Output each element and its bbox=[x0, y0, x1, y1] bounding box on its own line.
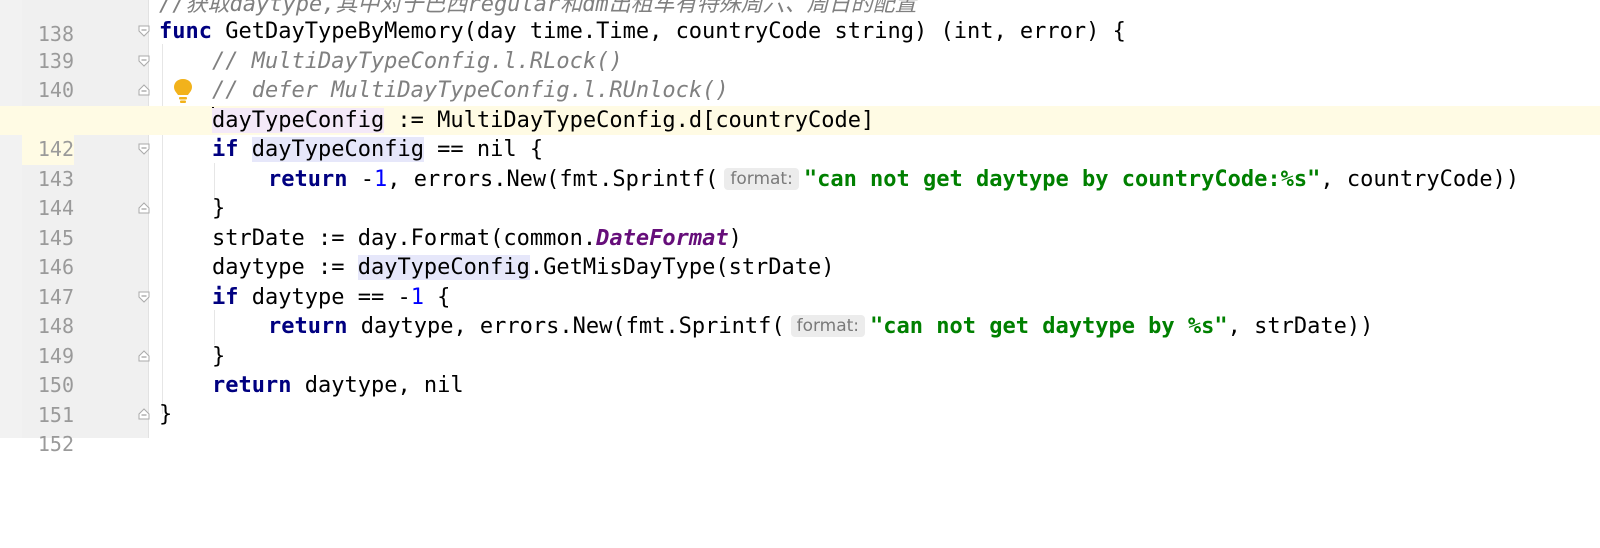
code-line[interactable]: 145 } bbox=[0, 194, 1600, 250]
keyword: if bbox=[212, 137, 239, 162]
fold-end-icon[interactable] bbox=[138, 408, 150, 420]
code-line[interactable]: 144 return -1, errors.New(fmt.Sprintf(fo… bbox=[0, 165, 1600, 221]
code-text: } bbox=[212, 194, 225, 224]
code-part: ) bbox=[728, 225, 742, 251]
code-line-current[interactable]: 142 dayTypeConfig := MultiDayTypeConfig.… bbox=[0, 105, 1600, 165]
fold-marker-icon[interactable] bbox=[138, 25, 150, 37]
code-part: .GetMisDayType(strDate) bbox=[529, 255, 835, 280]
code-text: // defer MultiDayTypeConfig.l.RUnlock() bbox=[212, 76, 729, 106]
comment: //获取daytype,其中对于巴西regular和dm出租车有特殊周六、周日的… bbox=[159, 0, 917, 17]
code-text: if dayTypeConfig == nil { bbox=[212, 135, 543, 165]
code-line[interactable]: 152 } bbox=[0, 400, 1600, 456]
line-number: 152 bbox=[37, 431, 74, 456]
code-line[interactable]: 148 if daytype == -1 { bbox=[0, 283, 1600, 339]
closing-brace: } bbox=[159, 402, 173, 427]
lightbulb-icon[interactable] bbox=[172, 78, 194, 104]
code-part: , strDate)) bbox=[1227, 314, 1374, 339]
code-line[interactable]: 149 return daytype, errors.New(fmt.Sprin… bbox=[0, 312, 1600, 368]
code-rest: := MultiDayTypeConfig.d[countryCode] bbox=[384, 107, 875, 133]
code-text: } bbox=[212, 342, 225, 372]
code-text: return daytype, nil bbox=[212, 371, 464, 401]
keyword: return bbox=[268, 314, 348, 339]
fold-end-icon[interactable] bbox=[138, 84, 150, 96]
fold-end-icon[interactable] bbox=[138, 349, 150, 362]
code-text: dayTypeConfig := MultiDayTypeConfig.d[co… bbox=[212, 106, 874, 136]
parameter-hint: format: bbox=[724, 167, 799, 190]
code-line[interactable]: 151 return daytype, nil bbox=[0, 371, 1600, 427]
code-text: strDate := day.Format(common.DateFormat) bbox=[212, 224, 742, 254]
fold-marker-icon[interactable] bbox=[138, 143, 150, 155]
code-rest: == nil { bbox=[423, 137, 544, 162]
code-line[interactable]: 150 } bbox=[0, 342, 1600, 398]
comment: // defer MultiDayTypeConfig.l.RUnlock() bbox=[212, 78, 729, 103]
signature: GetDayTypeByMemory(day time.Time, countr… bbox=[211, 19, 1126, 44]
code-part: , errors.New(fmt.Sprintf( bbox=[387, 166, 719, 192]
code-text: // MultiDayTypeConfig.l.RLock() bbox=[212, 47, 623, 77]
variable-highlight: dayTypeConfig bbox=[357, 255, 530, 280]
code-rest: daytype, nil bbox=[291, 373, 464, 398]
closing-brace: } bbox=[212, 196, 226, 221]
closing-brace: } bbox=[212, 343, 226, 369]
code-text: return daytype, errors.New(fmt.Sprintf(f… bbox=[268, 312, 1373, 342]
code-line[interactable]: 141 // defer MultiDayTypeConfig.l.RUnloc… bbox=[0, 76, 1600, 132]
number-literal: 1 bbox=[373, 166, 388, 192]
code-line[interactable]: 147 daytype := dayTypeConfig.GetMisDayTy… bbox=[0, 253, 1600, 309]
keyword: if bbox=[212, 284, 239, 310]
string-literal: "can not get daytype by countryCode:%s" bbox=[803, 166, 1321, 192]
code-part: , countryCode)) bbox=[1320, 166, 1520, 192]
fold-marker-icon[interactable] bbox=[138, 291, 150, 303]
fold-end-icon[interactable] bbox=[138, 202, 150, 214]
code-part: { bbox=[423, 284, 451, 310]
variable-highlight: dayTypeConfig bbox=[251, 137, 424, 162]
string-literal: "can not get daytype by %s" bbox=[870, 314, 1228, 339]
parameter-hint: format: bbox=[790, 315, 866, 337]
variable-highlight: dayTypeConfig bbox=[212, 107, 385, 133]
comment: // MultiDayTypeConfig.l.RLock() bbox=[212, 48, 623, 74]
code-part: daytype == - bbox=[238, 284, 411, 310]
code-part: daytype, errors.New(fmt.Sprintf( bbox=[347, 314, 785, 339]
keyword: return bbox=[212, 373, 292, 398]
keyword: return bbox=[268, 166, 348, 192]
keyword: func bbox=[159, 19, 212, 44]
code-line[interactable]: 143 if dayTypeConfig == nil { bbox=[0, 135, 1600, 191]
code-text: } bbox=[159, 400, 172, 430]
code-line[interactable]: 146 strDate := day.Format(common.DateFor… bbox=[0, 224, 1600, 280]
code-text: daytype := dayTypeConfig.GetMisDayType(s… bbox=[212, 253, 835, 283]
code-text: func GetDayTypeByMemory(day time.Time, c… bbox=[159, 17, 1126, 47]
code-line[interactable]: 139 func GetDayTypeByMemory(day time.Tim… bbox=[0, 17, 1600, 73]
code-editor[interactable]: 138 //获取daytype,其中对于巴西regular和dm出租车有特殊周六… bbox=[0, 0, 1600, 456]
code-text: if daytype == -1 { bbox=[212, 283, 450, 313]
code-part: - bbox=[347, 166, 374, 192]
number-literal: 1 bbox=[410, 284, 424, 310]
fold-marker-icon[interactable] bbox=[138, 55, 150, 67]
code-text: return -1, errors.New(fmt.Sprintf(format… bbox=[268, 165, 1519, 195]
constant-ref: DateFormat bbox=[596, 225, 729, 251]
code-part: strDate := day.Format(common. bbox=[212, 225, 597, 251]
code-part: daytype := bbox=[212, 255, 358, 280]
code-line[interactable]: 140 // MultiDayTypeConfig.l.RLock() bbox=[0, 47, 1600, 103]
